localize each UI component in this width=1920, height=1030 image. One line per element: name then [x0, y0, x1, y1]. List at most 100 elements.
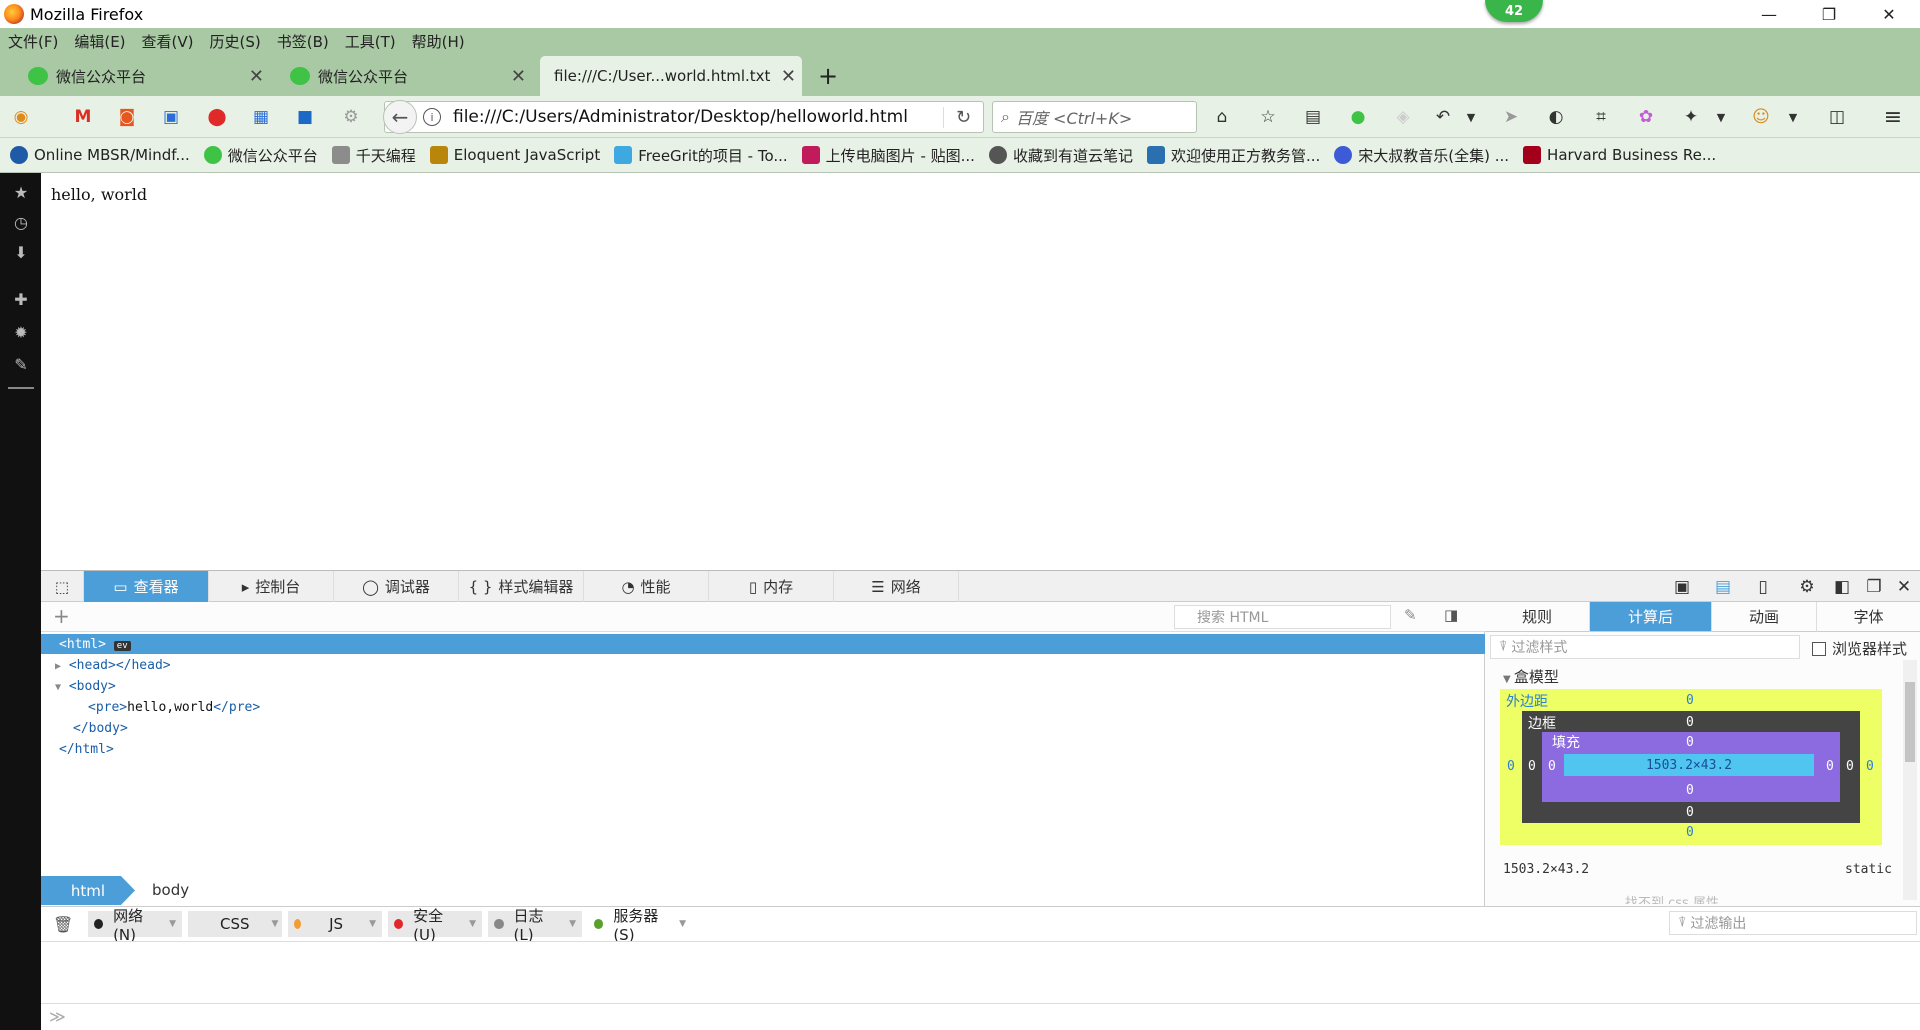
markup-head[interactable]: ▶ <head></head>: [55, 658, 171, 673]
tab-computed[interactable]: 计算后: [1590, 602, 1712, 632]
extension-icon[interactable]: ■: [294, 106, 316, 128]
pocket-icon[interactable]: ◐: [1545, 106, 1567, 128]
bookmark-item[interactable]: 欢迎使用正方教务管...: [1146, 145, 1320, 166]
tab-debugger[interactable]: ◯ 调试器: [334, 571, 459, 602]
close-tab-icon[interactable]: ✕: [249, 66, 264, 87]
html-search-input[interactable]: 搜索 HTML: [1174, 605, 1391, 629]
filter-network[interactable]: 网络(N) ▼: [88, 907, 182, 944]
info-icon[interactable]: i: [423, 108, 441, 126]
gear-icon[interactable]: ✹: [10, 321, 32, 343]
filter-css[interactable]: CSS ▼: [188, 911, 282, 937]
frame-select-icon[interactable]: ▣: [1671, 576, 1693, 598]
tab-rules[interactable]: 规则: [1485, 602, 1590, 632]
monkey-icon[interactable]: ☺: [1750, 106, 1772, 128]
reload-icon[interactable]: ↻: [943, 106, 983, 128]
margin-top-value[interactable]: 0: [1686, 693, 1694, 708]
filter-server[interactable]: 服务器(S) ▼: [588, 907, 692, 944]
settings-gear-icon[interactable]: ⚙: [1796, 576, 1818, 598]
tab-active-file[interactable]: file:///C:/User...world.html.txt ✕: [540, 56, 802, 96]
close-tab-icon[interactable]: ✕: [781, 66, 796, 87]
gear-icon[interactable]: ⚙: [340, 106, 362, 128]
padding-bottom-value[interactable]: 0: [1686, 783, 1694, 798]
markup-html-close[interactable]: </html>: [59, 742, 114, 757]
shield-icon[interactable]: ◈: [1392, 106, 1414, 128]
responsive-mode-icon[interactable]: ▯: [1752, 576, 1774, 598]
crop-icon[interactable]: ⌗: [1590, 106, 1612, 128]
box-model-content[interactable]: 1503.2×43.2: [1564, 754, 1814, 776]
border-bottom-value[interactable]: 0: [1686, 805, 1694, 820]
download-arrow-icon[interactable]: ⬇: [10, 241, 32, 263]
markup-body-close[interactable]: </body>: [73, 721, 128, 736]
reading-list-icon[interactable]: ▤: [1302, 106, 1324, 128]
minimize-button[interactable]: —: [1740, 0, 1798, 28]
menu-view[interactable]: 查看(V): [142, 31, 194, 52]
new-tab-button[interactable]: +: [818, 56, 848, 96]
undock-icon[interactable]: ❐: [1863, 576, 1885, 598]
bookmark-item[interactable]: 上传电脑图片 - 贴图...: [801, 145, 975, 166]
border-right-value[interactable]: 0: [1846, 759, 1854, 774]
filter-log[interactable]: 日志(L) ▼: [488, 907, 582, 944]
menu-edit[interactable]: 编辑(E): [74, 31, 125, 52]
chevron-down-icon[interactable]: ▼: [1782, 106, 1804, 128]
menu-history[interactable]: 历史(S): [210, 31, 261, 52]
breadcrumb-html[interactable]: html: [41, 876, 135, 905]
bookmark-item[interactable]: Eloquent JavaScript: [429, 146, 600, 164]
rss-icon[interactable]: ◉: [10, 106, 32, 128]
tab-console[interactable]: ▸ 控制台: [209, 571, 334, 602]
pen-icon[interactable]: ✎: [10, 353, 32, 375]
pick-element-icon[interactable]: ⬚: [41, 571, 84, 602]
bookmark-item[interactable]: 宋大叔教音乐(全集) ...: [1334, 145, 1509, 166]
markup-pre[interactable]: <pre>hello,world</pre>: [88, 700, 260, 715]
tab-network[interactable]: ☰ 网络: [834, 571, 959, 602]
bookmarks-star-icon[interactable]: ★: [10, 181, 32, 203]
bookmark-star-icon[interactable]: ☆: [1257, 106, 1279, 128]
bookmark-item[interactable]: Harvard Business Re...: [1523, 146, 1716, 164]
filter-styles-input[interactable]: ⍒ 过滤样式: [1490, 635, 1800, 659]
url-text[interactable]: file:///C:/Users/Administrator/Desktop/h…: [453, 107, 943, 127]
green-ext-icon[interactable]: ●: [1347, 106, 1369, 128]
close-tab-icon[interactable]: ✕: [511, 66, 526, 87]
map-pin-icon[interactable]: ⬤: [206, 106, 228, 128]
search-box[interactable]: ⌕ 百度 <Ctrl+K>: [992, 101, 1197, 133]
toggle-sidebar-icon[interactable]: ◨: [1444, 606, 1458, 624]
bookmark-item[interactable]: 千天编程: [331, 145, 416, 166]
tab-animations[interactable]: 动画: [1712, 602, 1817, 632]
tab-performance[interactable]: ◔ 性能: [584, 571, 709, 602]
eyedropper-icon[interactable]: ✎: [1404, 606, 1417, 624]
padding-left-value[interactable]: 0: [1548, 759, 1556, 774]
chevron-down-icon[interactable]: ▼: [1460, 106, 1482, 128]
margin-left-value[interactable]: 0: [1507, 759, 1515, 774]
restore-button[interactable]: ❐: [1800, 0, 1858, 28]
bookmark-item[interactable]: 微信公众平台: [203, 145, 318, 166]
puzzle-icon[interactable]: ✚: [10, 288, 32, 310]
menu-bookmarks[interactable]: 书签(B): [277, 31, 329, 52]
dock-side-icon[interactable]: ◧: [1831, 576, 1853, 598]
trash-icon[interactable]: 🗑: [53, 915, 73, 934]
scrollbar[interactable]: [1903, 660, 1917, 900]
gmail-icon[interactable]: M: [72, 106, 94, 128]
filter-output-input[interactable]: ⍒ 过滤输出: [1669, 911, 1917, 935]
tab-inspector[interactable]: ▭ 查看器: [84, 571, 209, 602]
padding-right-value[interactable]: 0: [1826, 759, 1834, 774]
split-console-icon[interactable]: ▤: [1712, 576, 1734, 598]
scrollbar-thumb[interactable]: [1905, 682, 1915, 762]
checkbox[interactable]: [1812, 641, 1826, 656]
browser-styles-toggle[interactable]: 浏览器样式: [1812, 638, 1907, 659]
calendar-icon[interactable]: ▦: [250, 106, 272, 128]
send-icon[interactable]: ➤: [1500, 106, 1522, 128]
feed-icon[interactable]: ◙: [116, 106, 138, 128]
margin-right-value[interactable]: 0: [1866, 759, 1874, 774]
menu-help[interactable]: 帮助(H): [412, 31, 465, 52]
url-bar[interactable]: ← i file:///C:/Users/Administrator/Deskt…: [383, 100, 984, 134]
padding-top-value[interactable]: 0: [1686, 735, 1694, 750]
history-clock-icon[interactable]: ◷: [10, 211, 32, 233]
selected-node-row[interactable]: [41, 634, 1485, 654]
search-ext-icon[interactable]: ▣: [160, 106, 182, 128]
undo-icon[interactable]: ↶: [1432, 106, 1454, 128]
event-badge[interactable]: ev: [113, 641, 131, 651]
menu-tools[interactable]: 工具(T): [345, 31, 396, 52]
bookmark-item[interactable]: 收藏到有道云笔记: [988, 145, 1133, 166]
sidebar-toggle-icon[interactable]: ◫: [1826, 106, 1848, 128]
breadcrumb-body[interactable]: body: [152, 881, 189, 899]
filter-security[interactable]: 安全(U) ▼: [388, 907, 482, 944]
